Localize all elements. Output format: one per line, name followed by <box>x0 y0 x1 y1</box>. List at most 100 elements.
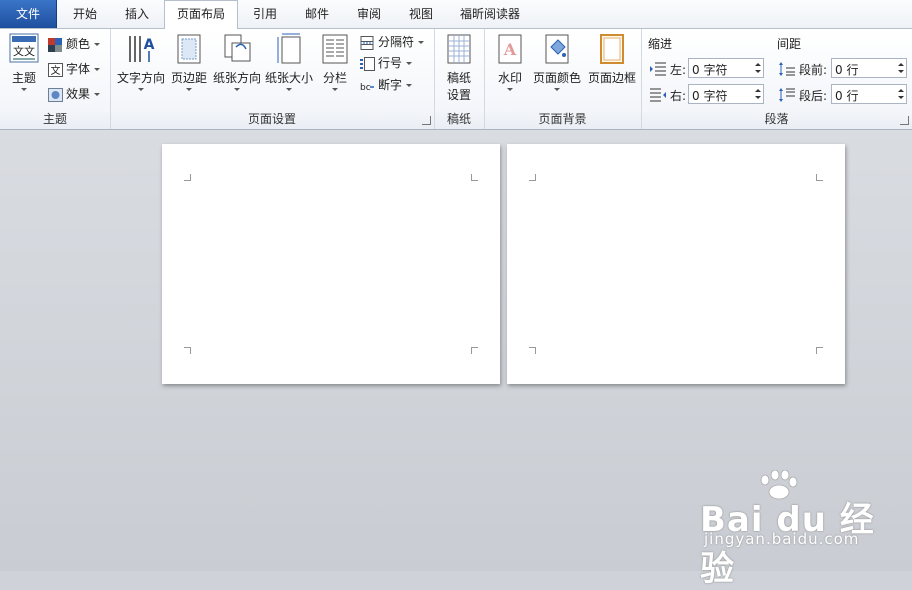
spinner-arrows[interactable] <box>752 85 763 103</box>
group-page-background: A 水印 页面颜色 页面边框 页面背景 <box>484 29 642 129</box>
chevron-down-icon <box>138 88 144 91</box>
page-color-button[interactable]: 页面颜色 <box>532 33 582 91</box>
indent-left-row: 左: 0 字符 <box>650 58 776 80</box>
chevron-down-icon <box>418 41 425 44</box>
group-label-theme: 主题 <box>42 112 67 126</box>
breaks-button[interactable]: 分隔符 <box>360 32 425 52</box>
tab-file[interactable]: 文件 <box>0 0 57 28</box>
space-before-icon <box>779 62 795 76</box>
document-page-2[interactable] <box>507 144 845 384</box>
margin-corner-mark <box>816 347 823 354</box>
columns-button[interactable]: 分栏 <box>318 33 352 91</box>
space-before-spinner[interactable]: 0 行 <box>831 58 907 78</box>
tab-insert[interactable]: 插入 <box>112 0 162 28</box>
page-color-label: 页面颜色 <box>532 71 581 85</box>
margin-corner-mark <box>184 174 191 181</box>
tab-review[interactable]: 审阅 <box>344 0 394 28</box>
spin-down-icon[interactable] <box>898 96 904 99</box>
line-numbers-button[interactable]: 行号 <box>360 53 413 73</box>
indent-left-icon <box>650 62 666 76</box>
manuscript-settings-button[interactable]: 稿纸 设置 <box>440 33 478 103</box>
theme-effects-label: 效果 <box>66 87 91 101</box>
paper-size-icon <box>274 33 304 65</box>
spinner-arrows[interactable] <box>752 59 763 77</box>
spin-up-icon[interactable] <box>755 89 761 92</box>
spin-down-icon[interactable] <box>898 70 904 73</box>
chevron-down-icon <box>406 62 413 65</box>
orientation-button[interactable]: 纸张方向 <box>212 33 262 91</box>
tab-view[interactable]: 视图 <box>396 0 446 28</box>
tab-page-layout[interactable]: 页面布局 <box>164 0 238 29</box>
group-paragraph: 缩进 间距 左: 0 字符 右: 0 字符 段前: 0 行 段后: 0 行 段落 <box>641 29 912 129</box>
tab-mailings[interactable]: 邮件 <box>292 0 342 28</box>
hyphenation-button[interactable]: bc 断字 <box>360 75 413 95</box>
watermark-button[interactable]: A 水印 <box>492 33 528 91</box>
chevron-down-icon <box>186 88 192 91</box>
paragraph-dialog-launcher-icon[interactable] <box>900 116 909 125</box>
space-before-value[interactable]: 0 行 <box>835 61 858 78</box>
themes-label: 主题 <box>11 71 36 85</box>
page-borders-label: 页面边框 <box>587 71 636 85</box>
columns-icon <box>320 33 350 65</box>
space-after-value[interactable]: 0 行 <box>835 87 858 104</box>
spin-up-icon[interactable] <box>898 63 904 66</box>
spacing-title: 间距 <box>777 37 802 51</box>
margin-corner-mark <box>529 174 536 181</box>
margin-corner-mark <box>529 347 536 354</box>
theme-colors-button[interactable]: 颜色 <box>48 34 101 54</box>
margin-corner-mark <box>816 174 823 181</box>
svg-text:文: 文 <box>51 64 61 77</box>
indent-right-label: 右: <box>670 89 687 103</box>
manuscript-label-line2: 设置 <box>446 88 471 102</box>
margins-button[interactable]: 页边距 <box>168 33 210 91</box>
tab-references[interactable]: 引用 <box>240 0 290 28</box>
indent-right-spinner[interactable]: 0 字符 <box>688 84 764 104</box>
manuscript-grid-icon <box>444 33 474 65</box>
text-direction-button[interactable]: A 文字方向 <box>116 33 166 91</box>
text-direction-icon: A <box>126 33 156 65</box>
document-page-1[interactable] <box>162 144 500 384</box>
space-after-icon <box>779 88 795 102</box>
svg-text:bc: bc <box>360 83 371 93</box>
space-after-label: 段后: <box>799 89 828 103</box>
margin-corner-mark <box>471 174 478 181</box>
group-label-page-setup: 页面设置 <box>247 112 296 126</box>
hyphenation-icon: bc <box>360 79 375 93</box>
spin-down-icon[interactable] <box>755 70 761 73</box>
page-borders-button[interactable]: 页面边框 <box>586 33 638 86</box>
indent-left-spinner[interactable]: 0 字符 <box>688 58 764 78</box>
spin-down-icon[interactable] <box>755 96 761 99</box>
theme-effects-button[interactable]: 效果 <box>48 84 101 104</box>
chevron-down-icon <box>94 68 101 71</box>
group-label-page-background: 页面背景 <box>538 112 587 126</box>
palette-icon <box>48 37 63 52</box>
spinner-arrows[interactable] <box>895 59 906 77</box>
svg-text:A: A <box>503 40 517 59</box>
line-numbers-label: 行号 <box>378 56 403 70</box>
spin-up-icon[interactable] <box>898 89 904 92</box>
themes-icon: 文文 <box>9 33 39 65</box>
paper-size-button[interactable]: 纸张大小 <box>264 33 314 91</box>
spin-up-icon[interactable] <box>755 63 761 66</box>
page-border-icon <box>597 33 627 65</box>
space-before-row: 段前: 0 行 <box>779 58 909 80</box>
baidu-jingyan-watermark: Bai du 经验 jingyan.baidu.com <box>700 470 900 589</box>
chevron-down-icon <box>94 93 101 96</box>
chevron-down-icon <box>507 88 513 91</box>
themes-button[interactable]: 文文 主题 <box>6 33 42 91</box>
theme-fonts-button[interactable]: 文 字体 <box>48 59 101 79</box>
indent-right-value[interactable]: 0 字符 <box>692 87 727 104</box>
chevron-down-icon <box>286 88 292 91</box>
chevron-down-icon <box>234 88 240 91</box>
text-direction-label: 文字方向 <box>116 71 165 85</box>
tab-home[interactable]: 开始 <box>60 0 110 28</box>
indent-left-value[interactable]: 0 字符 <box>692 61 727 78</box>
tab-foxit-reader[interactable]: 福昕阅读器 <box>450 0 530 28</box>
page-setup-dialog-launcher-icon[interactable] <box>422 116 431 125</box>
space-after-spinner[interactable]: 0 行 <box>831 84 907 104</box>
chevron-down-icon <box>332 88 338 91</box>
spinner-arrows[interactable] <box>895 85 906 103</box>
paper-size-label: 纸张大小 <box>264 71 313 85</box>
group-page-setup: A 文字方向 页边距 纸张方向 纸张大小 分栏 分隔符 行号 bc 断字 页面设… <box>110 29 435 129</box>
margin-corner-mark <box>471 347 478 354</box>
